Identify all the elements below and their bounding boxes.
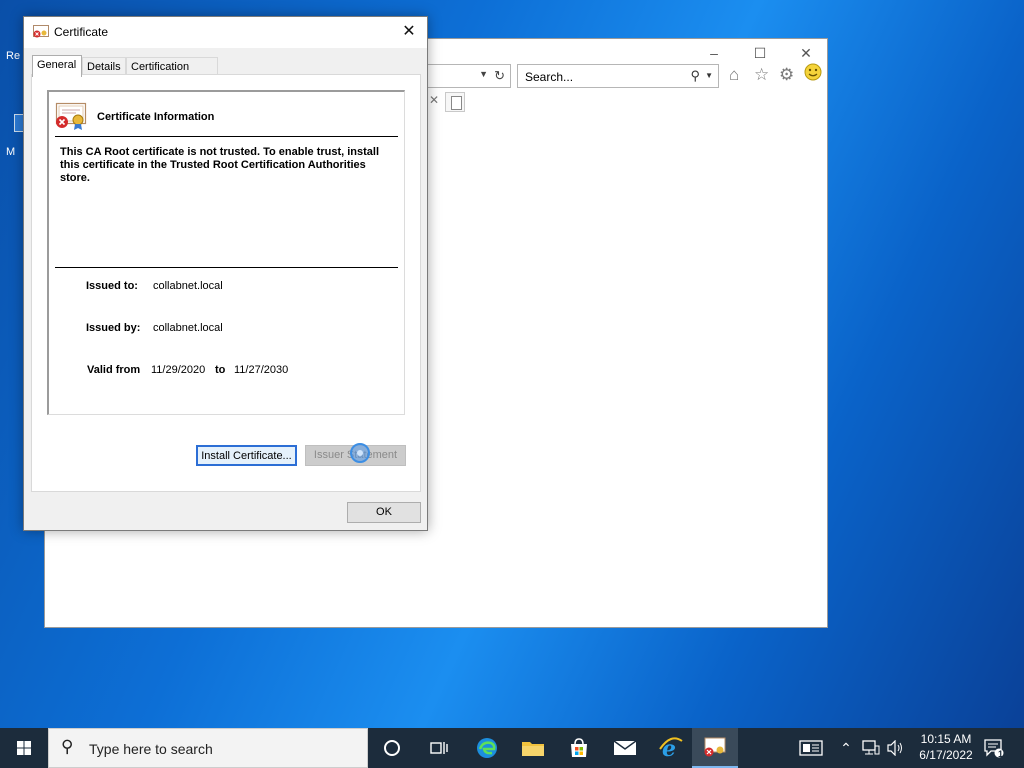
certificate-icon <box>33 25 49 39</box>
task-view-icon[interactable] <box>416 728 462 768</box>
new-tab-button[interactable] <box>445 92 465 112</box>
valid-to-label: to <box>215 364 226 376</box>
general-tab-panel: Certificate Information This CA Root cer… <box>31 74 421 492</box>
show-hidden-icons-chevron-icon[interactable]: ⌃ <box>836 728 856 768</box>
desktop-icon-label: M <box>6 146 16 158</box>
news-and-interests-icon[interactable] <box>795 728 827 768</box>
valid-to-value: 11/27/2030 <box>234 364 289 376</box>
taskbar: ⚲ Type here to search e ⌃ 10:15 AM 6/17/… <box>0 728 1024 768</box>
divider <box>55 267 398 268</box>
tab-close-icon[interactable]: ✕ <box>429 93 439 107</box>
tab-general[interactable]: General <box>32 55 82 77</box>
desktop-icon-label: Re <box>6 50 21 62</box>
windows-logo-icon <box>17 741 31 755</box>
minimize-button[interactable]: – <box>699 43 729 63</box>
certificate-taskbar-icon[interactable] <box>692 728 738 768</box>
certificate-dialog: Certificate ✕ General Details Certificat… <box>23 16 428 531</box>
network-icon[interactable] <box>859 728 883 768</box>
feedback-smiley-icon[interactable] <box>804 63 822 86</box>
search-icon[interactable]: ⚲ <box>690 68 700 84</box>
issued-to-value: collabnet.local <box>153 280 223 292</box>
close-button[interactable]: ✕ <box>791 43 821 63</box>
dialog-title: Certificate <box>54 25 109 39</box>
gear-icon[interactable]: ⚙ <box>779 65 794 85</box>
file-explorer-icon[interactable] <box>510 728 556 768</box>
refresh-icon[interactable]: ↻ <box>494 68 505 84</box>
edge-browser-icon[interactable] <box>464 728 510 768</box>
valid-from-label: Valid from <box>87 364 141 376</box>
certificate-info-title: Certificate Information <box>97 111 215 123</box>
taskbar-search-box[interactable]: ⚲ Type here to search <box>48 728 368 768</box>
volume-icon[interactable] <box>883 728 907 768</box>
ie-search-box[interactable]: Search... ⚲ ▼ <box>517 64 719 88</box>
address-bar[interactable]: ▼ ↻ <box>423 64 511 88</box>
dialog-title-bar: Certificate ✕ <box>24 17 427 48</box>
issued-by-value: collabnet.local <box>153 322 223 334</box>
start-button[interactable] <box>0 728 48 768</box>
issued-by-label: Issued by: <box>86 322 141 334</box>
certificate-info-box: Certificate Information This CA Root cer… <box>47 90 405 415</box>
search-dropdown-icon[interactable]: ▼ <box>705 71 713 80</box>
maximize-button[interactable]: ☐ <box>745 43 775 63</box>
microsoft-store-icon[interactable] <box>556 728 602 768</box>
trust-warning-text: This CA Root certificate is not trusted.… <box>60 146 380 184</box>
favorites-star-icon[interactable]: ☆ <box>754 65 769 85</box>
taskbar-search-placeholder: Type here to search <box>89 741 213 757</box>
issued-to-label: Issued to: <box>86 280 138 292</box>
clock-date: 6/17/2022 <box>919 748 973 762</box>
ie-search-placeholder: Search... <box>525 70 574 84</box>
cursor-click-indicator <box>350 443 370 463</box>
cortana-icon[interactable] <box>369 728 415 768</box>
notification-badge: 1 <box>998 749 1004 759</box>
certificate-warning-icon <box>54 101 88 131</box>
system-clock[interactable]: 10:15 AM 6/17/2022 <box>914 731 978 763</box>
divider <box>55 136 398 137</box>
ie-tab-strip: ✕ <box>423 91 523 113</box>
mail-icon[interactable] <box>602 728 648 768</box>
action-center-icon[interactable]: 1 <box>980 728 1008 768</box>
home-icon[interactable]: ⌂ <box>729 65 739 85</box>
dialog-close-button[interactable]: ✕ <box>391 17 427 48</box>
install-certificate-button[interactable]: Install Certificate... <box>196 445 297 466</box>
ok-button[interactable]: OK <box>347 502 421 523</box>
internet-explorer-icon[interactable]: e <box>648 728 694 768</box>
clock-time: 10:15 AM <box>920 732 972 746</box>
valid-from-value: 11/29/2020 <box>151 364 206 376</box>
search-icon: ⚲ <box>61 737 74 756</box>
address-dropdown-icon[interactable]: ▼ <box>479 69 488 79</box>
